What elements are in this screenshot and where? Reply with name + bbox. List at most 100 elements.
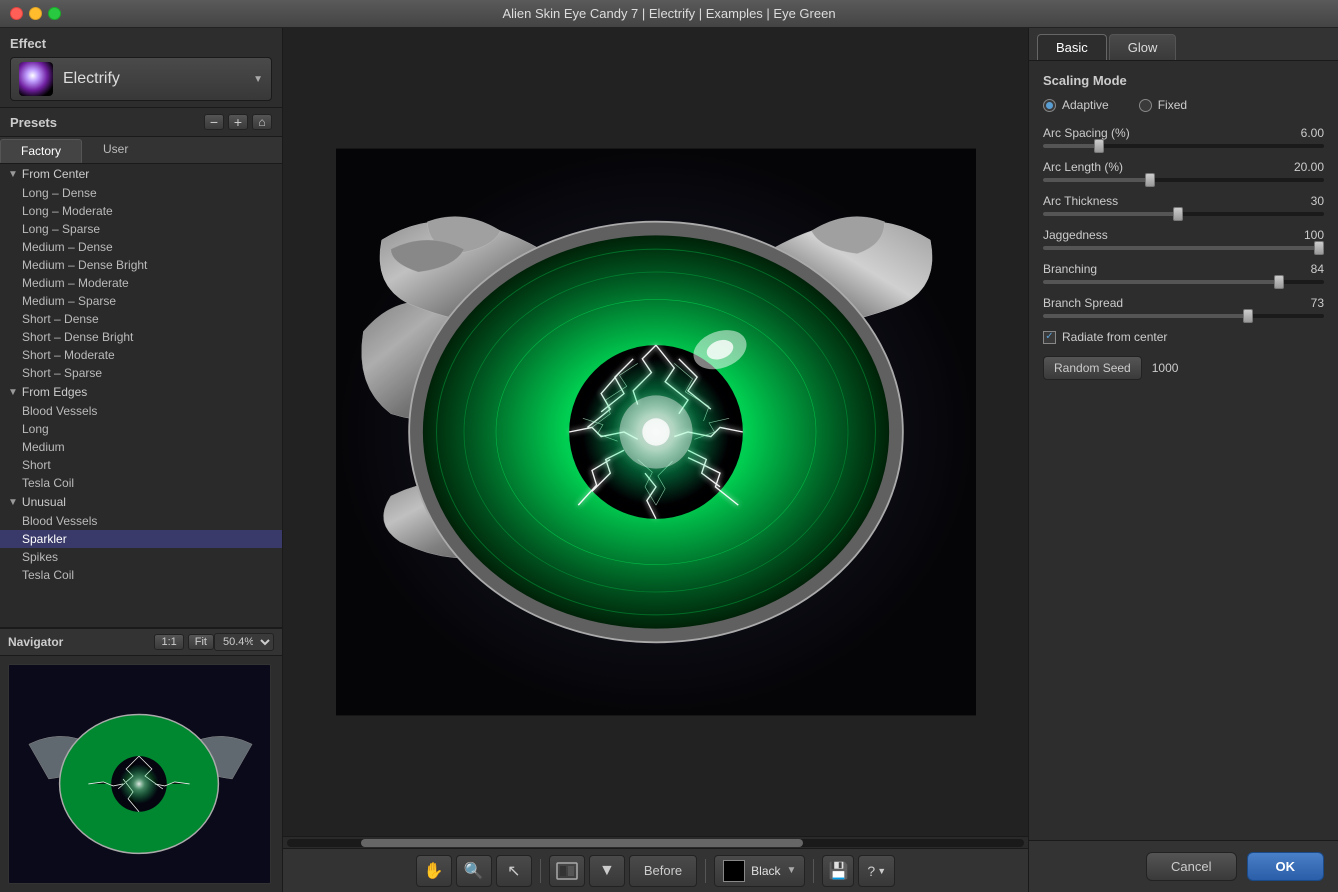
tab-glow[interactable]: Glow [1109,34,1177,60]
branching-track[interactable] [1043,280,1324,284]
branch-spread-value: 73 [1311,296,1324,310]
traffic-lights [10,7,61,20]
preset-group-from-center[interactable]: ▼ From Center [0,164,282,184]
window-title: Alien Skin Eye Candy 7 | Electrify | Exa… [502,6,835,21]
select-tool-button[interactable]: ↖ [496,855,532,887]
effect-icon [19,62,53,96]
radio-adaptive[interactable]: Adaptive [1043,98,1109,112]
canvas-viewport [283,28,1028,836]
navigator-header: Navigator 1:1 Fit 50.4% 25% 100% [0,629,282,656]
horizontal-scrollbar-thumb[interactable] [361,839,803,847]
split-view-dropdown[interactable]: ▼ [589,855,625,887]
list-item[interactable]: Medium – Sparse [0,292,282,310]
canvas-area: ✋ 🔍 ↖ ▼ Before Black ▼ 💾 [283,28,1028,892]
close-button[interactable] [10,7,23,20]
right-panel-bottom: Cancel OK [1029,840,1338,892]
before-button[interactable]: Before [629,855,697,887]
radio-adaptive-circle[interactable] [1043,99,1056,112]
arc-spacing-track[interactable] [1043,144,1324,148]
effect-label: Effect [10,36,272,51]
branch-spread-label: Branch Spread [1043,296,1123,310]
help-icon: ? [867,863,875,879]
scaling-mode-row: Adaptive Fixed [1043,98,1324,112]
radiate-checkbox-row[interactable]: Radiate from center [1043,330,1324,344]
list-item[interactable]: Long – Dense [0,184,282,202]
navigator-zoom-1-1[interactable]: 1:1 [154,634,183,650]
preset-group-unusual[interactable]: ▼ Unusual [0,492,282,512]
list-item-sparkler[interactable]: Sparkler [0,530,282,548]
effect-dropdown[interactable]: Electrify ▼ [10,57,272,101]
left-panel: Effect Electrify ▼ Presets − + ⌂ Factory… [0,28,283,892]
radiate-label: Radiate from center [1062,330,1167,344]
branch-spread-track[interactable] [1043,314,1324,318]
list-item[interactable]: Spikes [0,548,282,566]
canvas-image [283,28,1028,836]
preset-group-from-edges[interactable]: ▼ From Edges [0,382,282,402]
arc-spacing-label-row: Arc Spacing (%) 6.00 [1043,126,1324,140]
presets-header: Presets − + ⌂ [0,108,282,137]
right-tabs: Basic Glow [1029,28,1338,61]
add-preset-button[interactable]: + [228,114,248,130]
tab-factory[interactable]: Factory [0,139,82,163]
list-item[interactable]: Blood Vessels [0,402,282,420]
color-label: Black [751,864,780,878]
random-seed-button[interactable]: Random Seed [1043,356,1142,380]
arc-thickness-value: 30 [1311,194,1324,208]
arc-length-slider-row: Arc Length (%) 20.00 [1043,160,1324,182]
preview-toggle-button[interactable] [549,855,585,887]
list-item[interactable]: Medium [0,438,282,456]
right-panel-content: Scaling Mode Adaptive Fixed Arc Spacing … [1029,61,1338,840]
background-color-button[interactable]: Black ▼ [714,855,805,887]
tab-user[interactable]: User [82,137,149,163]
arc-spacing-slider-row: Arc Spacing (%) 6.00 [1043,126,1324,148]
branch-spread-slider-row: Branch Spread 73 [1043,296,1324,318]
list-item[interactable]: Medium – Dense [0,238,282,256]
color-swatch [723,860,745,882]
help-button[interactable]: ? ▼ [858,855,895,887]
radiate-checkbox[interactable] [1043,331,1056,344]
list-item[interactable]: Tesla Coil [0,566,282,584]
list-item[interactable]: Tesla Coil [0,474,282,492]
list-item[interactable]: Short [0,456,282,474]
list-item[interactable]: Medium – Moderate [0,274,282,292]
list-item[interactable]: Blood Vessels [0,512,282,530]
arc-length-track[interactable] [1043,178,1324,182]
arc-length-label: Arc Length (%) [1043,160,1123,174]
list-item[interactable]: Short – Sparse [0,364,282,382]
list-item[interactable]: Short – Dense [0,310,282,328]
remove-preset-button[interactable]: − [204,114,224,130]
radio-fixed-label: Fixed [1158,98,1187,112]
list-item[interactable]: Medium – Dense Bright [0,256,282,274]
pan-tool-button[interactable]: ✋ [416,855,452,887]
list-item[interactable]: Short – Moderate [0,346,282,364]
cancel-button[interactable]: Cancel [1146,852,1236,881]
horizontal-scrollbar-track[interactable] [287,839,1024,847]
list-item[interactable]: Long [0,420,282,438]
preset-tabs: Factory User [0,137,282,164]
list-item[interactable]: Long – Moderate [0,202,282,220]
navigator-zoom-fit[interactable]: Fit [188,634,214,650]
arc-thickness-track[interactable] [1043,212,1324,216]
jaggedness-track[interactable] [1043,246,1324,250]
toolbar-separator-3 [813,859,814,883]
arc-length-value: 20.00 [1294,160,1324,174]
preset-list[interactable]: ▼ From Center Long – Dense Long – Modera… [0,164,282,627]
navigator-section: Navigator 1:1 Fit 50.4% 25% 100% [0,628,282,892]
list-item[interactable]: Long – Sparse [0,220,282,238]
navigator-zoom-select[interactable]: 50.4% 25% 100% [214,633,274,651]
ok-button[interactable]: OK [1247,852,1325,881]
radio-fixed[interactable]: Fixed [1139,98,1187,112]
home-preset-button[interactable]: ⌂ [252,114,272,130]
maximize-button[interactable] [48,7,61,20]
zoom-tool-button[interactable]: 🔍 [456,855,492,887]
save-button[interactable]: 💾 [822,855,854,887]
list-item[interactable]: Short – Dense Bright [0,328,282,346]
arc-thickness-label: Arc Thickness [1043,194,1118,208]
branching-value: 84 [1311,262,1324,276]
minimize-button[interactable] [29,7,42,20]
branching-slider-row: Branching 84 [1043,262,1324,284]
navigator-label: Navigator [8,635,150,649]
navigator-preview [8,664,271,884]
radio-fixed-circle[interactable] [1139,99,1152,112]
tab-basic[interactable]: Basic [1037,34,1107,60]
